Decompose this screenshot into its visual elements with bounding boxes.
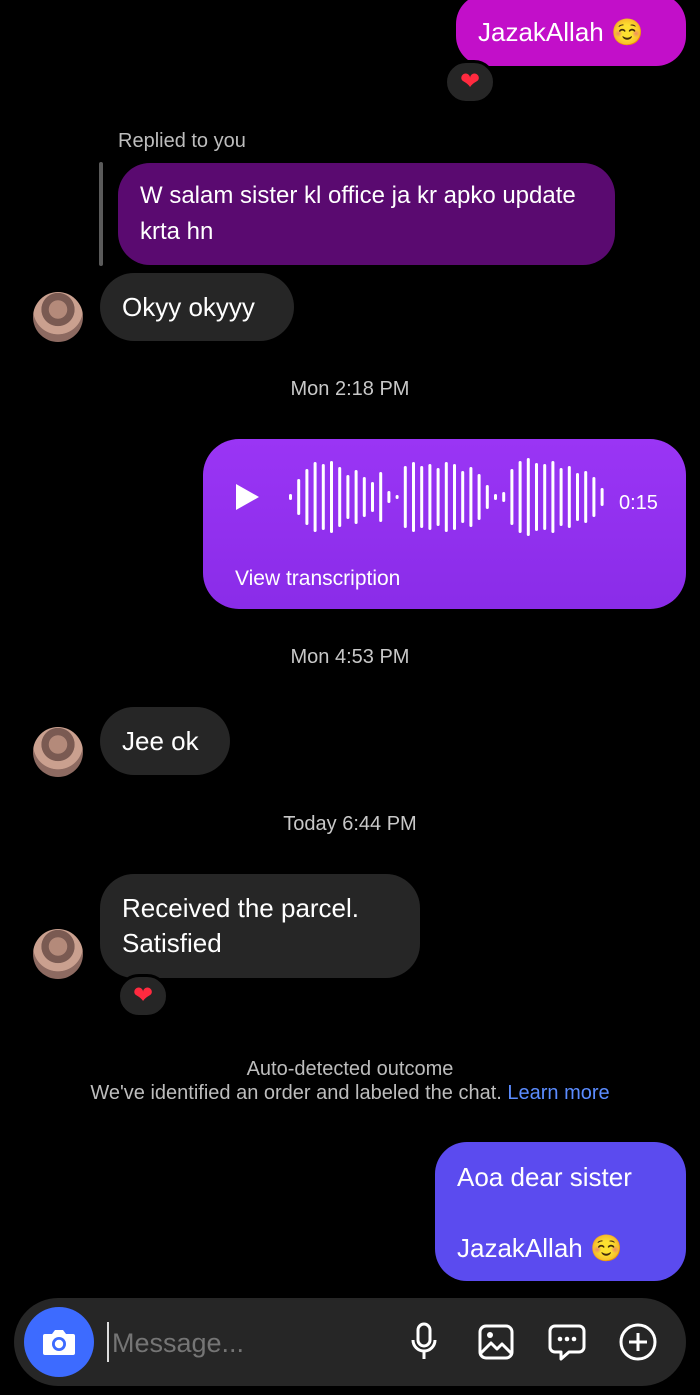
voice-message[interactable]: 0:15 View transcription [203,439,686,609]
sticker-button[interactable] [544,1320,590,1364]
waveform-bar [289,494,292,500]
waveform-bar [338,467,342,527]
waveform-bar [330,461,333,533]
gallery-icon [478,1324,514,1360]
plus-icon [619,1323,657,1361]
waveform-bar [592,477,596,517]
waveform-bar [559,468,563,526]
waveform [289,458,604,536]
view-transcription-link[interactable]: View transcription [235,561,400,597]
message-line-1: Aoa dear sister [457,1162,632,1192]
play-icon [236,484,259,510]
heart-icon: ❤ [132,982,154,1009]
reply-label: Replied to you [118,130,246,152]
outcome-title: Auto-detected outcome [246,1058,454,1080]
learn-more-link[interactable]: Learn more [507,1082,609,1104]
text-cursor [107,1322,109,1362]
waveform-bar [305,469,309,525]
waveform-bar [576,473,579,521]
camera-icon [43,1330,75,1355]
camera-button[interactable] [24,1307,94,1377]
waveform-bar [354,470,358,524]
waveform-bar [444,462,448,532]
timestamp: Mon 2:18 PM [290,378,410,400]
waveform-bar [313,462,317,532]
outgoing-message-jazakallah-top[interactable]: JazakAllah ☺️ [456,0,686,66]
outcome-notice: We've identified an order and labeled th… [0,1082,700,1105]
waveform-bar [510,469,514,525]
message-text: JazakAllah ☺️ [478,17,644,47]
waveform-bar [395,495,399,499]
avatar[interactable] [33,292,83,342]
waveform-bar [428,464,432,530]
microphone-button[interactable] [404,1320,444,1364]
waveform-bar [600,488,604,506]
waveform-bar [453,464,456,530]
quoted-message[interactable]: W salam sister kl office ja kr apko upda… [118,163,615,265]
waveform-bar [526,458,530,536]
waveform-bar [387,491,391,503]
plus-button[interactable] [616,1320,660,1364]
avatar[interactable] [33,727,83,777]
heart-reaction[interactable]: ❤ [444,60,496,104]
outcome-text: We've identified an order and labeled th… [90,1082,502,1104]
sticker-icon [548,1324,586,1361]
heart-icon: ❤ [459,68,481,95]
play-button[interactable] [229,479,265,515]
voice-duration: 0:15 [619,492,658,514]
waveform-bar [346,475,350,519]
waveform-bar [420,466,424,528]
quoted-text: W salam sister kl office ja kr apko upda… [140,182,576,245]
incoming-message-okyy[interactable]: Okyy okyyy [100,273,294,341]
waveform-bar [567,466,571,528]
timestamp: Mon 4:53 PM [290,646,410,668]
timestamp: Today 6:44 PM [283,813,417,835]
heart-reaction[interactable]: ❤ [117,974,169,1018]
waveform-bar [518,461,522,533]
waveform-bar [535,463,538,531]
waveform-bar [584,471,588,523]
message-composer [14,1298,686,1386]
reply-line [99,162,103,266]
waveform-bar [436,468,440,526]
waveform-bar [551,461,555,533]
waveform-bar [543,464,547,530]
incoming-message-jee-ok[interactable]: Jee ok [100,707,230,775]
message-line-2: JazakAllah ☺️ [457,1233,623,1263]
message-text: Received the parcel. Satisfied [122,893,360,958]
avatar[interactable] [33,929,83,979]
gallery-button[interactable] [474,1320,518,1364]
message-input[interactable] [110,1320,394,1366]
waveform-bar [371,482,374,512]
waveform-bar [403,466,407,528]
waveform-bar [412,462,415,532]
waveform-bar [485,485,489,509]
waveform-bar [461,471,465,523]
waveform-bar [469,467,473,527]
message-text: Okyy okyyy [122,292,255,322]
outgoing-message-aoa[interactable]: Aoa dear sister JazakAllah ☺️ [435,1142,686,1281]
waveform-bar [502,492,506,502]
microphone-icon [411,1322,437,1359]
waveform-bar [494,494,497,500]
waveform-bar [297,479,301,515]
waveform-bar [321,464,325,530]
waveform-bar [362,477,366,517]
message-text: Jee ok [122,726,199,756]
incoming-message-received[interactable]: Received the parcel. Satisfied [100,874,420,978]
waveform-bar [477,474,481,520]
waveform-bar [379,472,383,522]
